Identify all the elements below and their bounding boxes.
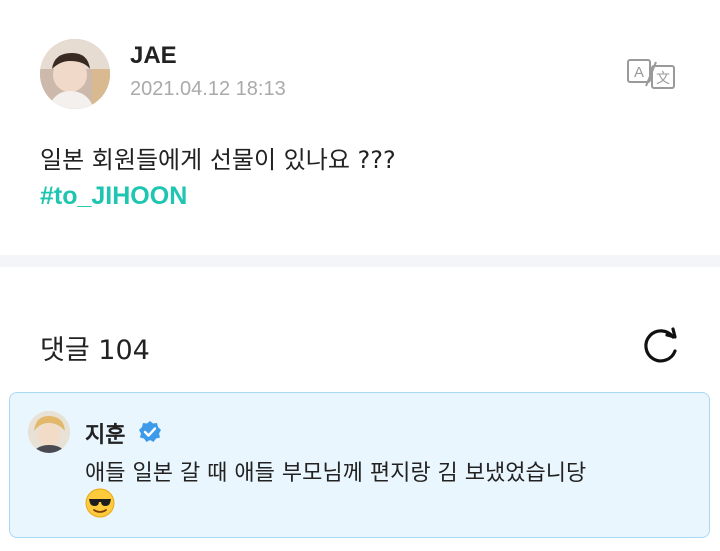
svg-text:A: A <box>634 64 644 81</box>
verified-badge-icon <box>138 420 162 444</box>
comment-text: 애들 일본 갈 때 애들 부모님께 편지랑 김 보냈었습니당 <box>85 461 587 486</box>
comments-count-label: 댓글 104 <box>40 335 150 366</box>
svg-text:文: 文 <box>656 71 670 87</box>
post-timestamp: 2021.04.12 18:13 <box>130 78 286 100</box>
author-name[interactable]: JAE <box>130 42 177 70</box>
post-text: 일본 회원들에게 선물이 있나요 ??? <box>40 146 396 174</box>
comment-item[interactable]: 지훈 애들 일본 갈 때 애들 부모님께 편지랑 김 보냈었습니당 <box>9 392 710 538</box>
author-avatar[interactable] <box>40 39 110 109</box>
section-divider <box>0 255 720 267</box>
sunglasses-emoji-icon <box>85 488 115 518</box>
translate-icon[interactable]: A 文 <box>624 56 678 92</box>
refresh-icon[interactable] <box>640 325 682 365</box>
hashtag-link[interactable]: #to_JIHOON <box>40 182 187 211</box>
commenter-avatar[interactable] <box>28 411 70 453</box>
commenter-name[interactable]: 지훈 <box>85 417 125 449</box>
